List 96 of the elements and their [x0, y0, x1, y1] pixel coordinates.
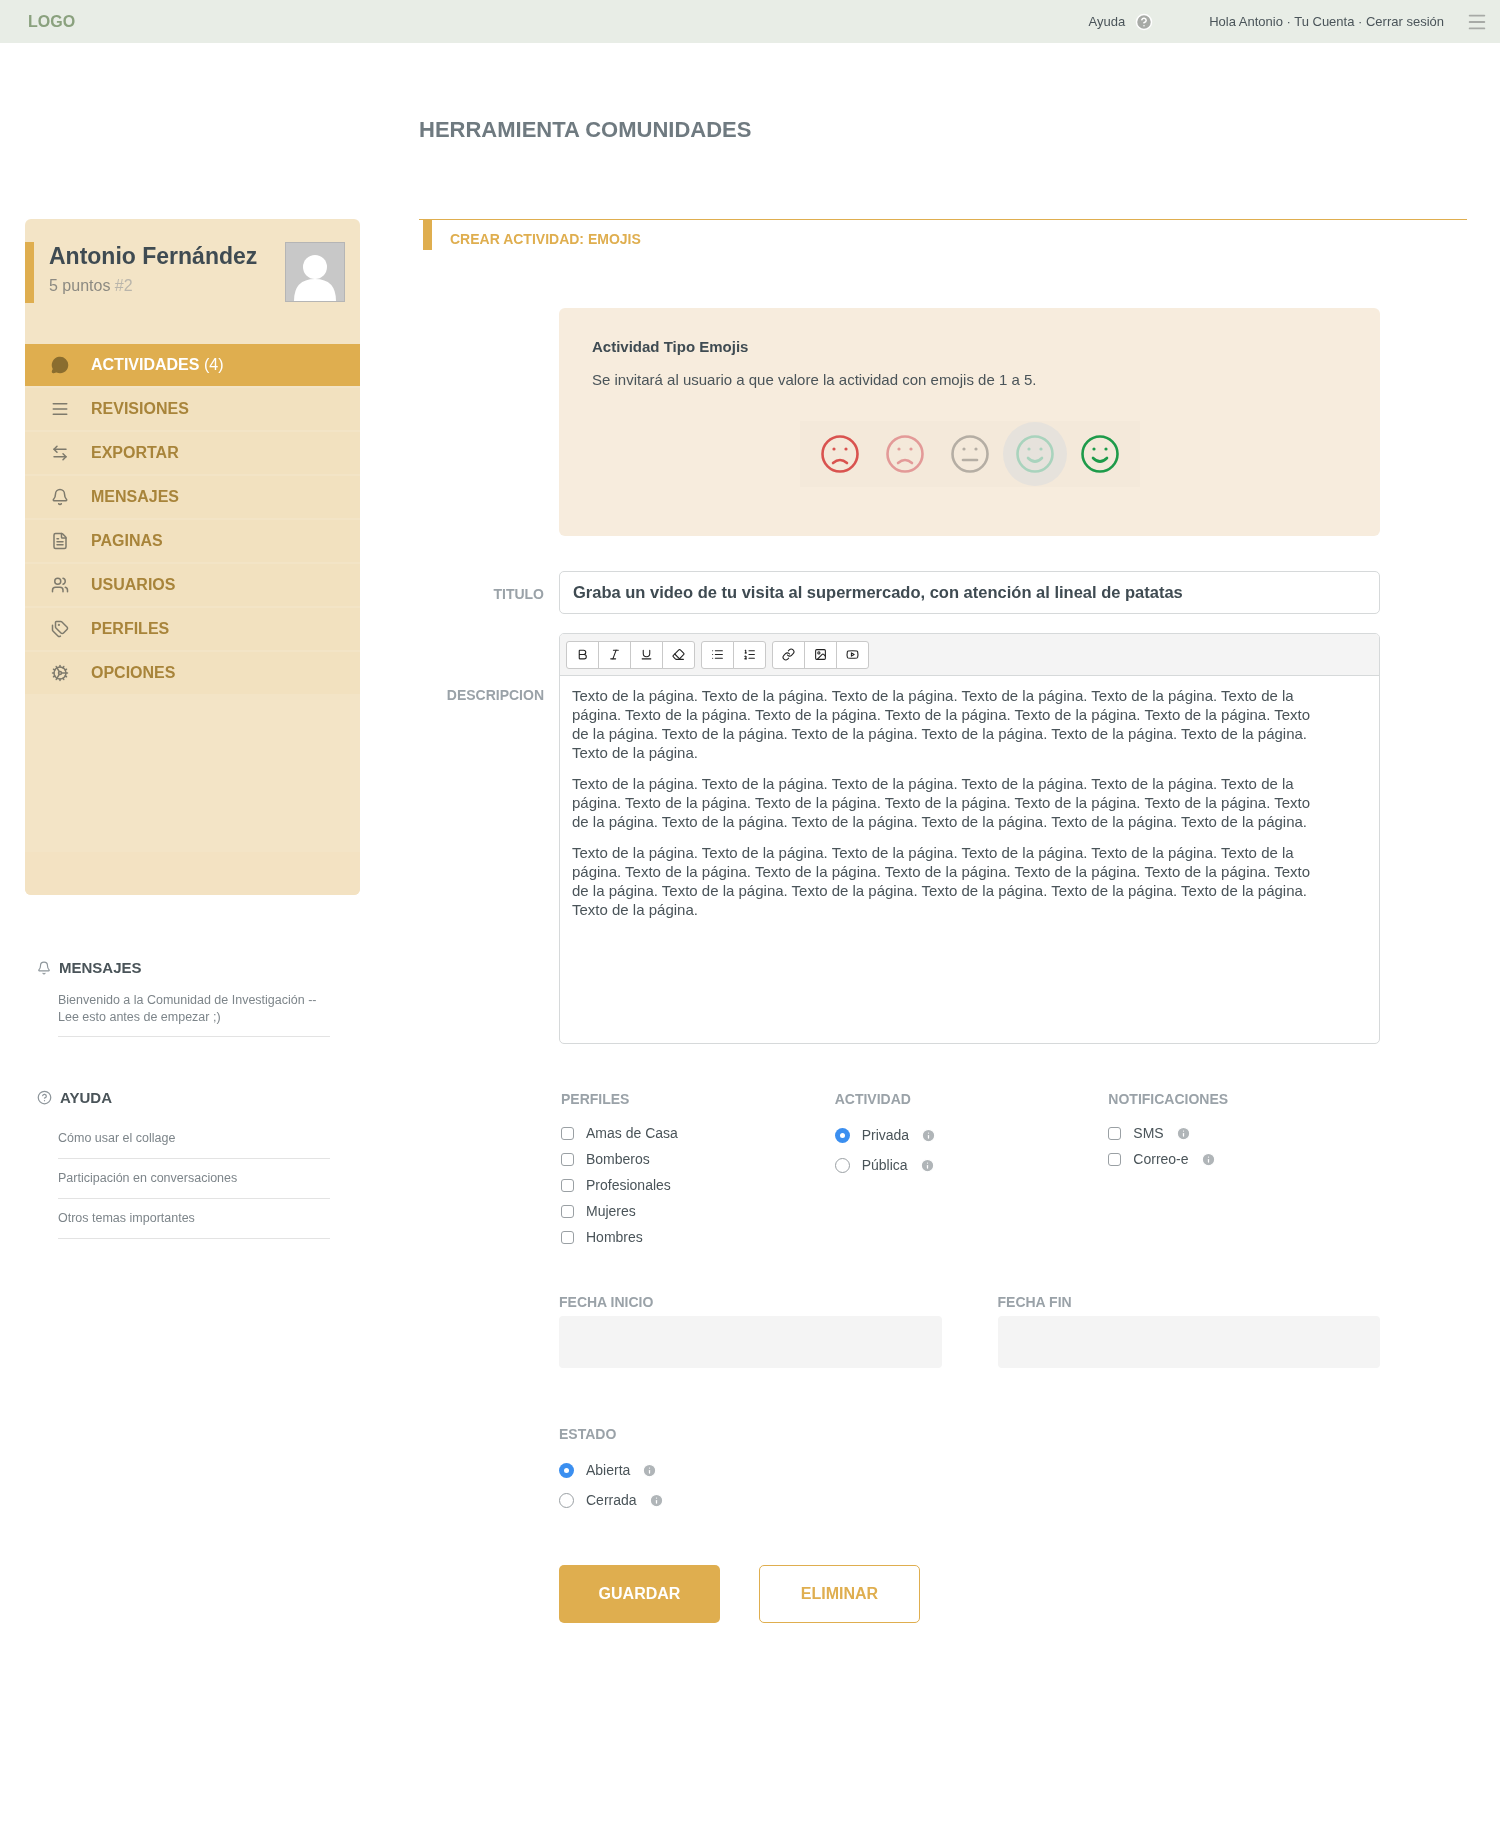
group-title: ACTIVIDAD: [834, 1090, 912, 1109]
help-link[interactable]: Otros temas importantes: [58, 1209, 195, 1228]
sidebar-item[interactable]: PAGINAS: [25, 520, 360, 562]
bell-icon: [51, 488, 69, 506]
link-icon: [782, 648, 795, 661]
list-icon: [51, 400, 69, 418]
help-title: AYUDA: [60, 1087, 112, 1108]
checkbox-label: Correo-e: [1133, 1149, 1189, 1169]
bulleted-list-icon: [711, 648, 724, 661]
accent-bar: [25, 242, 34, 303]
italic-icon: [608, 648, 621, 661]
radio-button[interactable]: [559, 1492, 574, 1508]
checkbox[interactable]: [1108, 1126, 1122, 1140]
sidebar-item[interactable]: USUARIOS: [25, 564, 360, 606]
info-title: Actividad Tipo Emojis: [592, 337, 750, 357]
radio-label: Cerrada: [586, 1490, 637, 1510]
checkbox[interactable]: [561, 1178, 574, 1192]
underline-icon: [640, 648, 653, 661]
user-points: 5 puntos #2: [49, 276, 134, 296]
description-paragraph: Texto de la página. Texto de la página. Texto de la página. Texto de la página. Texto de la página. Texto de la página. Texto de la página. Texto de la página. Texto de la página. Texto de la página. Texto de la página. Texto de la página. Texto de la página. Texto de la página. Texto de la página. Texto de la página. Texto de la página.: [572, 774, 1312, 831]
numbered-list-button[interactable]: [733, 640, 766, 669]
help-link[interactable]: Cómo usar el collage: [58, 1129, 176, 1148]
radio-label: Privada: [861, 1125, 910, 1145]
logo[interactable]: LOGO: [28, 9, 76, 34]
info-text: Se invitará al usuario a que valore la actividad con emojis de 1 a 5.: [592, 369, 1038, 390]
numbered-list-icon: [743, 648, 756, 661]
arrows-icon: [51, 444, 69, 462]
info-icon[interactable]: [921, 1127, 937, 1143]
help-icon[interactable]: [1135, 12, 1154, 31]
checkbox-label: Mujeres: [586, 1201, 636, 1221]
chat-bubble-icon: [51, 356, 69, 374]
video-button[interactable]: [836, 640, 869, 669]
description-paragraph: Texto de la página. Texto de la página. Texto de la página. Texto de la página. Texto de la página. Texto de la página. Texto de la página. Texto de la página. Texto de la página. Texto de la página. Texto de la página. Texto de la página. Texto de la página. Texto de la página. Texto de la página. Texto de la página. Texto de la página. Texto de la página.: [572, 686, 1312, 762]
bold-button[interactable]: [566, 640, 599, 669]
sidebar-item[interactable]: REVISIONES: [25, 388, 360, 430]
link-button[interactable]: [772, 640, 805, 669]
bell-icon: [37, 961, 51, 976]
help-link[interactable]: Ayuda: [1088, 11, 1126, 32]
checkbox-label: SMS: [1133, 1123, 1164, 1143]
checkbox-label: Profesionales: [586, 1175, 671, 1195]
radio-label: Abierta: [586, 1460, 631, 1480]
delete-button[interactable]: ELIMINAR: [759, 1565, 920, 1623]
field-label: FECHA INICIO: [559, 1293, 655, 1312]
sidebar-item[interactable]: OPCIONES: [25, 652, 360, 694]
group-title: ESTADO: [559, 1425, 618, 1444]
avatar: [285, 242, 345, 302]
tags-icon: [51, 620, 69, 638]
radio-button[interactable]: [834, 1127, 850, 1143]
field-label: FECHA FIN: [997, 1293, 1073, 1312]
checkbox-label: Amas de Casa: [586, 1123, 678, 1143]
checkbox-label: Hombres: [586, 1227, 643, 1247]
info-icon[interactable]: [642, 1462, 658, 1478]
description-paragraph: Texto de la página. Texto de la página. Texto de la página. Texto de la página. Texto de la página. Texto de la página. Texto de la página. Texto de la página. Texto de la página. Texto de la página. Texto de la página. Texto de la página. Texto de la página. Texto de la página. Texto de la página. Texto de la página. Texto de la página. Texto de la página.: [572, 843, 1312, 919]
radio-button[interactable]: [834, 1157, 850, 1173]
video-icon: [846, 648, 859, 661]
eraser-icon: [672, 648, 685, 661]
info-icon[interactable]: [919, 1157, 935, 1173]
radio-label: Pública: [861, 1155, 908, 1175]
radio-button[interactable]: [559, 1462, 574, 1478]
italic-button[interactable]: [598, 640, 631, 669]
checkbox[interactable]: [561, 1230, 574, 1244]
sidebar-item[interactable]: ACTIVIDADES (4): [25, 344, 360, 386]
sidebar-item[interactable]: EXPORTAR: [25, 432, 360, 474]
section-title: CREAR ACTIVIDAD: EMOJIS: [450, 230, 641, 249]
checkbox[interactable]: [1108, 1152, 1122, 1166]
field-label: TITULO: [492, 585, 544, 604]
info-icon[interactable]: [1175, 1125, 1191, 1141]
group-title: PERFILES: [561, 1090, 631, 1109]
messages-title: MENSAJES: [59, 958, 142, 978]
image-icon: [814, 648, 827, 661]
save-button[interactable]: GUARDAR: [559, 1565, 720, 1623]
checkbox[interactable]: [561, 1152, 574, 1166]
field-label: DESCRIPCION: [445, 686, 544, 705]
users-icon: [51, 576, 69, 594]
group-title: NOTIFICACIONES: [1108, 1090, 1230, 1109]
user-name: Antonio Fernández: [49, 242, 259, 270]
checkbox[interactable]: [561, 1126, 574, 1140]
page-title: HERRAMIENTA COMUNIDADES: [419, 116, 753, 144]
sidebar-item[interactable]: PERFILES: [25, 608, 360, 650]
eraser-button[interactable]: [662, 640, 695, 669]
info-icon[interactable]: [648, 1492, 664, 1508]
bulleted-list-button[interactable]: [701, 640, 734, 669]
underline-button[interactable]: [630, 640, 663, 669]
sidebar-item[interactable]: MENSAJES: [25, 476, 360, 518]
title-field[interactable]: Graba un video de tu visita al supermercado, con atención al lineal de patatas: [559, 571, 1380, 614]
description-editor[interactable]: [559, 633, 1380, 1044]
info-icon[interactable]: [1200, 1151, 1216, 1167]
image-button[interactable]: [804, 640, 837, 669]
account-links[interactable]: Hola Antonio · Tu Cuenta · Cerrar sesión: [1209, 11, 1444, 32]
help-link[interactable]: Participación en conversaciones: [58, 1169, 238, 1188]
document-icon: [51, 532, 69, 550]
message-link[interactable]: Bienvenido a la Comunidad de Investigación -- Lee esto antes de empezar ;): [58, 991, 330, 1037]
checkbox-label: Bomberos: [586, 1149, 650, 1169]
help-icon: [37, 1090, 52, 1106]
checkbox[interactable]: [561, 1204, 574, 1218]
bold-icon: [576, 648, 589, 661]
